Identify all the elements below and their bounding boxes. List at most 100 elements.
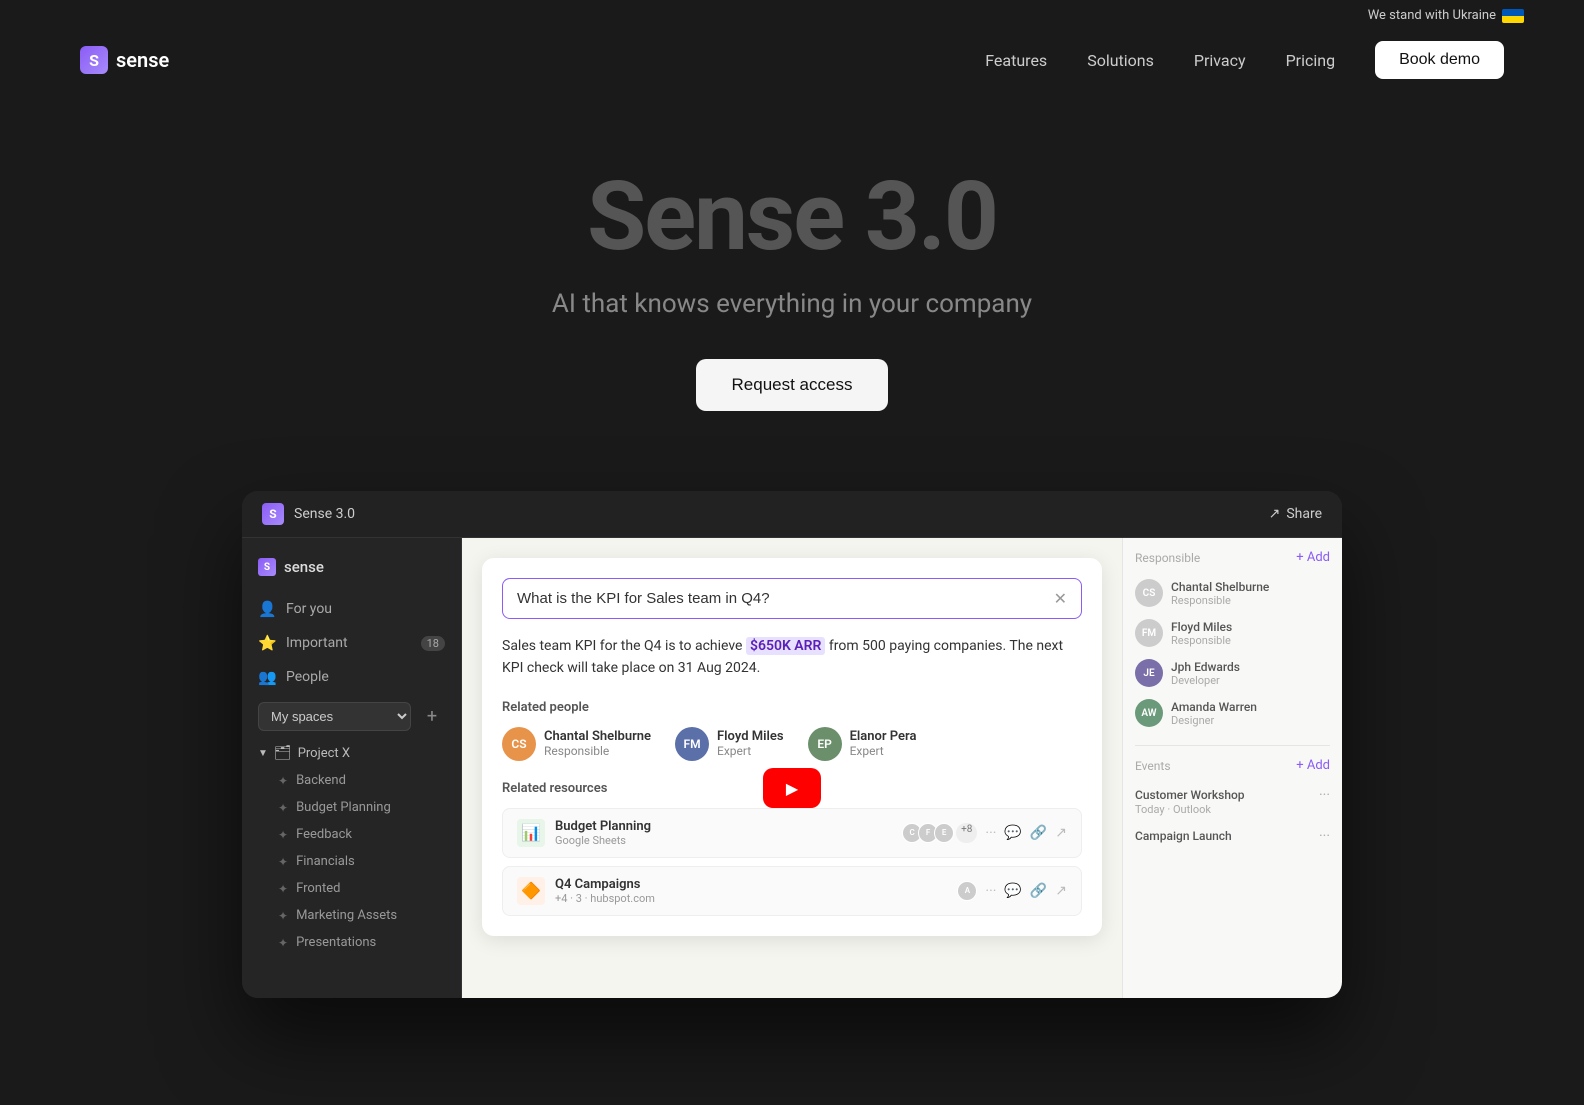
resource-more-icon-q4[interactable]: ···	[985, 883, 996, 899]
nav-solutions[interactable]: Solutions	[1087, 51, 1154, 70]
share-button[interactable]: ↗ Share	[1269, 506, 1322, 522]
subitem-label: Fronted	[296, 881, 340, 896]
app-preview: S Sense 3.0 ↗ Share S sense 👤 For you	[242, 491, 1342, 998]
event-more-campaign[interactable]: ···	[1319, 828, 1330, 844]
subitem-icon: ✦	[278, 882, 288, 896]
share-icon: ↗	[1269, 506, 1281, 522]
answer-text-before: Sales team KPI for the Q4 is to achieve	[502, 638, 742, 654]
answer-text: Sales team KPI for the Q4 is to achieve …	[502, 635, 1082, 680]
add-events-button[interactable]: + Add	[1296, 758, 1330, 773]
subitem-icon: ✦	[278, 801, 288, 815]
sidebar-subitem-fronted[interactable]: ✦ Fronted	[242, 875, 461, 902]
sidebar-item-people[interactable]: 👥 People	[242, 660, 461, 694]
youtube-play-button[interactable]: ▶	[763, 768, 821, 808]
sidebar-logo-text: sense	[284, 558, 324, 576]
for-you-icon: 👤	[258, 600, 276, 618]
right-divider	[1135, 745, 1330, 746]
spaces-select[interactable]: My spaces	[258, 702, 411, 731]
add-responsible-button[interactable]: + Add	[1296, 550, 1330, 565]
right-person-floyd: FM Floyd Miles Responsible	[1135, 613, 1330, 653]
book-demo-button[interactable]: Book demo	[1375, 41, 1504, 79]
resource-link-icon-q4[interactable]: 🔗	[1030, 883, 1047, 899]
main-inner: ✕ Sales team KPI for the Q4 is to achiev…	[462, 558, 1122, 998]
request-access-button[interactable]: Request access	[696, 359, 889, 411]
spaces-add-button[interactable]: +	[419, 704, 445, 730]
resources-list: 📊 Budget Planning Google Sheets C F	[502, 808, 1082, 916]
right-avatar-jph: JE	[1135, 659, 1163, 687]
app-body: S sense 👤 For you ⭐ Important 18 👥 Peopl…	[242, 538, 1342, 998]
resource-more-icon[interactable]: ···	[985, 825, 996, 841]
resource-expand-icon[interactable]: ↗	[1055, 825, 1067, 841]
right-role-floyd: Responsible	[1171, 634, 1232, 647]
right-avatar-chantal: CS	[1135, 579, 1163, 607]
answer-highlight: $650K ARR	[746, 637, 825, 655]
resource-comment-icon[interactable]: 💬	[1004, 825, 1021, 841]
folder-icon: 🗂	[274, 745, 292, 761]
ukraine-label: We stand with Ukraine	[1368, 8, 1496, 23]
search-close-icon[interactable]: ✕	[1054, 589, 1067, 608]
sidebar-subitem-backend[interactable]: ✦ Backend	[242, 767, 461, 794]
resource-item-q4[interactable]: 🔶 Q4 Campaigns +4 · 3 · hubspot.com A	[502, 866, 1082, 916]
nav-pricing[interactable]: Pricing	[1286, 51, 1336, 70]
app-logo-small: S	[262, 503, 284, 525]
person-role-elanor: Expert	[850, 744, 917, 758]
person-card-chantal: CS Chantal Shelburne Responsible	[502, 727, 651, 761]
right-events-header: Events + Add	[1135, 758, 1330, 773]
events-label: Events	[1135, 759, 1171, 773]
right-panel: Responsible + Add CS Chantal Shelburne R…	[1122, 538, 1342, 998]
important-badge: 18	[421, 636, 445, 651]
ai-panel: ✕ Sales team KPI for the Q4 is to achiev…	[482, 558, 1102, 936]
subitem-icon: ✦	[278, 855, 288, 869]
resource-info-q4: Q4 Campaigns +4 · 3 · hubspot.com	[555, 877, 655, 905]
hero-title: Sense 3.0	[20, 169, 1564, 265]
person-info-elanor: Elanor Pera Expert	[850, 729, 917, 758]
right-person-info-chantal: Chantal Shelburne Responsible	[1171, 580, 1269, 607]
project-header[interactable]: ▼ 🗂 Project X	[242, 739, 461, 767]
logo-icon: S	[80, 46, 108, 74]
app-titlebar: S Sense 3.0 ↗ Share	[242, 491, 1342, 538]
subitem-label: Backend	[296, 773, 346, 788]
nav-features[interactable]: Features	[985, 51, 1047, 70]
sidebar-subitem-marketing-assets[interactable]: ✦ Marketing Assets	[242, 902, 461, 929]
event-more-workshop[interactable]: ···	[1319, 787, 1330, 803]
sidebar-item-important[interactable]: ⭐ Important 18	[242, 626, 461, 660]
person-role-chantal: Responsible	[544, 744, 651, 758]
sidebar-people-label: People	[286, 669, 329, 685]
right-name-floyd: Floyd Miles	[1171, 620, 1232, 634]
logo[interactable]: S sense	[80, 46, 169, 74]
right-responsible-header: Responsible + Add	[1135, 550, 1330, 565]
nav-privacy[interactable]: Privacy	[1194, 51, 1246, 70]
sheets-icon: 📊	[517, 819, 545, 847]
subitem-label: Marketing Assets	[296, 908, 397, 923]
avatar-elanor: EP	[808, 727, 842, 761]
top-banner: We stand with Ukraine	[0, 0, 1584, 31]
right-name-chantal: Chantal Shelburne	[1171, 580, 1269, 594]
nav-links: Features Solutions Privacy Pricing Book …	[985, 41, 1504, 79]
right-avatar-amanda: AW	[1135, 699, 1163, 727]
hubspot-icon: 🔶	[517, 877, 545, 905]
search-input[interactable]	[517, 590, 1044, 607]
sidebar-subitem-budget-planning[interactable]: ✦ Budget Planning	[242, 794, 461, 821]
resource-actions-budget: C F E +8 ··· 💬 🔗 ↗	[902, 823, 1067, 843]
resource-actions-q4: A ··· 💬 🔗 ↗	[957, 881, 1067, 901]
resource-expand-icon-q4[interactable]: ↗	[1055, 883, 1067, 899]
subitem-icon: ✦	[278, 936, 288, 950]
resource-item-budget[interactable]: 📊 Budget Planning Google Sheets C F	[502, 808, 1082, 858]
sidebar-subitem-feedback[interactable]: ✦ Feedback	[242, 821, 461, 848]
resource-comment-icon-q4[interactable]: 💬	[1004, 883, 1021, 899]
resource-avatars: C F E +8	[902, 823, 977, 843]
resource-name-budget: Budget Planning	[555, 819, 651, 834]
resource-link-icon[interactable]: 🔗	[1030, 825, 1047, 841]
sidebar: S sense 👤 For you ⭐ Important 18 👥 Peopl…	[242, 538, 462, 998]
app-preview-wrapper: S Sense 3.0 ↗ Share S sense 👤 For you	[0, 471, 1584, 998]
main-content: ✕ Sales team KPI for the Q4 is to achiev…	[462, 538, 1122, 998]
hero-section: Sense 3.0 AI that knows everything in yo…	[0, 89, 1584, 471]
sidebar-subitem-financials[interactable]: ✦ Financials	[242, 848, 461, 875]
resource-avatar-q4-1: A	[957, 881, 977, 901]
search-bar: ✕	[502, 578, 1082, 619]
sidebar-subitem-presentations[interactable]: ✦ Presentations	[242, 929, 461, 956]
sidebar-item-for-you[interactable]: 👤 For you	[242, 592, 461, 626]
resource-count: +8	[956, 823, 977, 843]
play-icon: ▶	[786, 779, 798, 798]
person-info-floyd: Floyd Miles Expert	[717, 729, 784, 758]
